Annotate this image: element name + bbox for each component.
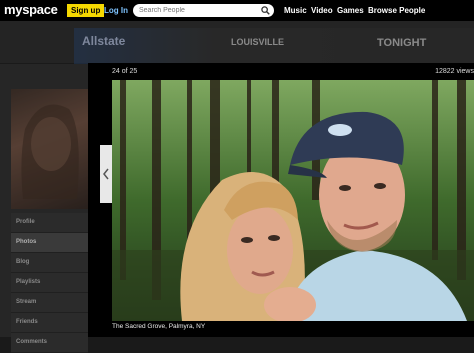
profile-photo-image <box>21 104 79 199</box>
ad-banner[interactable]: Allstate LOUISVILLE TONIGHT <box>74 28 474 64</box>
nav-video[interactable]: Video <box>311 4 333 17</box>
banner-text-allstate: Allstate <box>82 34 126 48</box>
previous-photo-button[interactable] <box>100 145 112 203</box>
photo-counter: 24 of 25 <box>112 68 138 75</box>
myspace-logo[interactable]: myspace <box>4 2 58 17</box>
nav-browse-people[interactable]: Browse People <box>368 4 425 17</box>
sidebar-item-blog[interactable]: Blog <box>11 253 88 273</box>
photo-caption: The Sacred Grove, Palmyra, NY <box>112 323 206 330</box>
search-box[interactable] <box>133 4 274 17</box>
main-photo[interactable] <box>112 80 474 321</box>
nav-music[interactable]: Music <box>284 4 307 17</box>
profile-photo[interactable] <box>11 89 88 209</box>
login-link[interactable]: Log In <box>104 4 128 17</box>
sidebar-item-comments[interactable]: Comments <box>11 333 88 353</box>
banner-text-louisville: LOUISVILLE <box>231 37 285 47</box>
search-input[interactable] <box>139 4 257 17</box>
chevron-left-icon <box>103 168 109 180</box>
nav-games[interactable]: Games <box>337 4 364 17</box>
photo-viewer-overlay: 24 of 25 12822 views The Sacred Grove, P… <box>88 63 474 337</box>
sidebar-item-profile[interactable]: Profile <box>11 213 88 233</box>
banner-text-tonight: TONIGHT <box>377 37 427 49</box>
top-nav-bar: myspace Sign up Log In Music Video Games… <box>0 0 474 21</box>
sidebar-item-friends[interactable]: Friends <box>11 313 88 333</box>
profile-side-menu: Profile Photos Blog Playlists Stream Fri… <box>11 213 88 353</box>
signup-button[interactable]: Sign up <box>67 4 105 17</box>
sidebar-item-stream[interactable]: Stream <box>11 293 88 313</box>
forest-couple-photo <box>112 80 474 321</box>
sidebar-item-playlists[interactable]: Playlists <box>11 273 88 293</box>
sidebar-item-photos[interactable]: Photos <box>11 233 88 253</box>
view-count: 12822 views <box>435 68 474 75</box>
search-icon[interactable] <box>261 6 270 15</box>
